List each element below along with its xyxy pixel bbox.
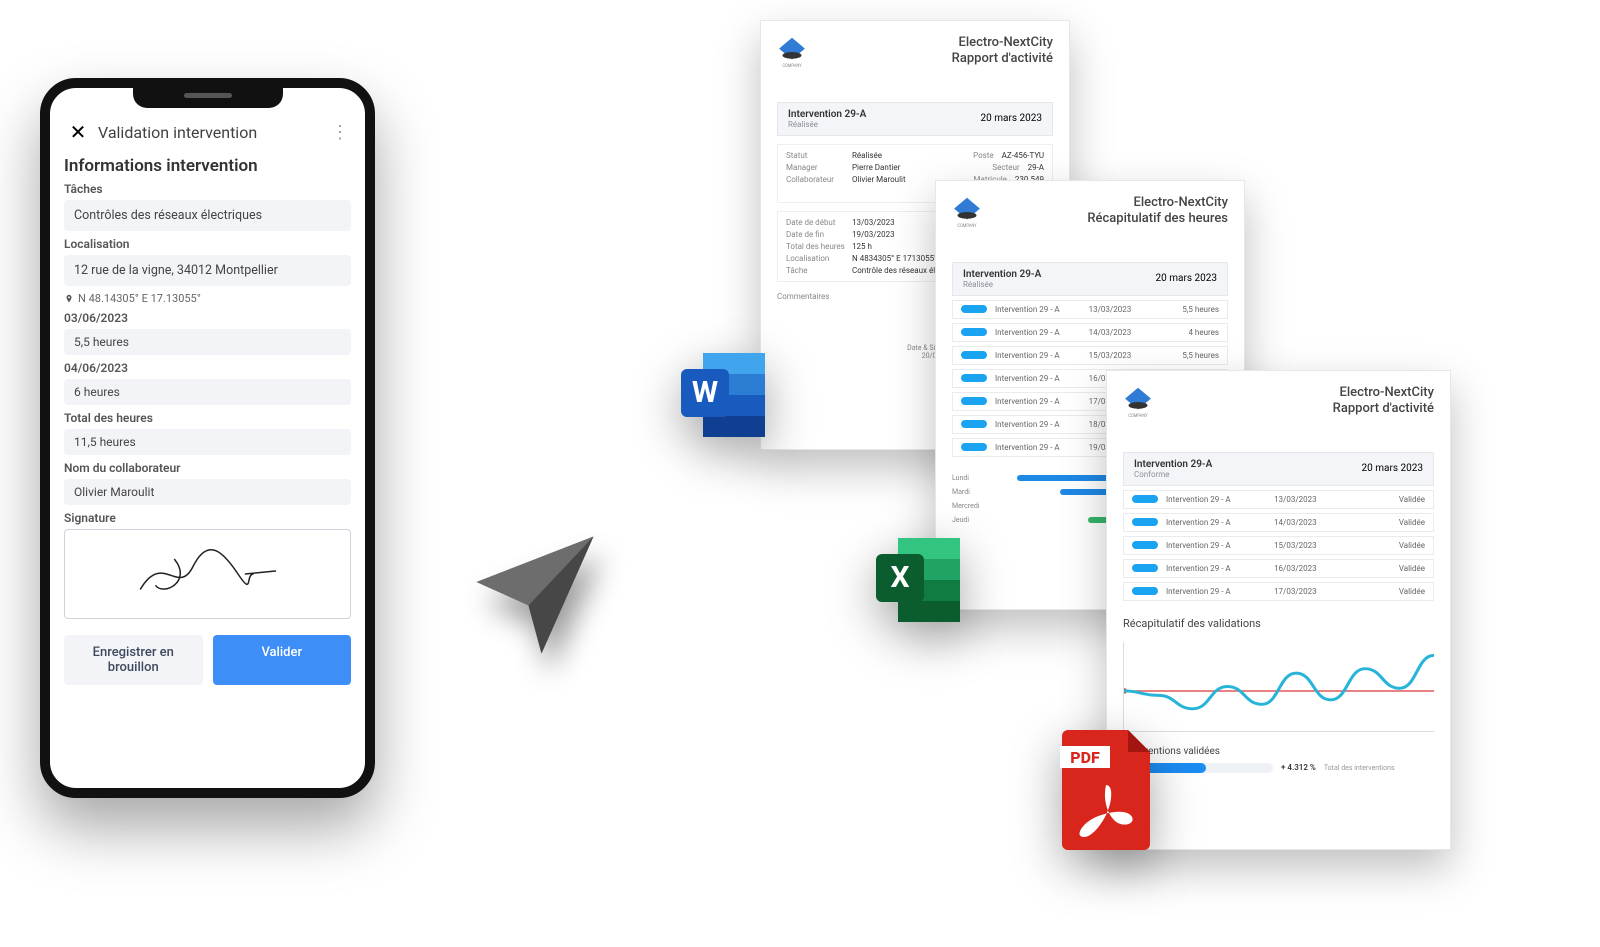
excel-file-icon: X bbox=[870, 530, 970, 630]
company-logo-icon: COMPANY bbox=[775, 35, 809, 69]
validation-row: Intervention 29 - A17/03/2023Validée bbox=[1123, 582, 1434, 601]
doc3-chart-title: Récapitulatif des validations bbox=[1123, 617, 1434, 630]
kv-pair: Poste AZ-456-TYU bbox=[942, 151, 1044, 160]
doc3-company: Electro-NextCity bbox=[1339, 385, 1434, 400]
phone-screen: ✕ Validation intervention ⋮ Informations… bbox=[50, 88, 365, 788]
company-logo-icon: COMPANY bbox=[1121, 385, 1155, 419]
doc2-title: Récapitulatif des heures bbox=[1087, 211, 1228, 226]
label-taches: Tâches bbox=[64, 182, 351, 196]
field-hours1[interactable]: 5,5 heures bbox=[64, 329, 351, 355]
section-heading: Informations intervention bbox=[64, 156, 351, 176]
screen-title: Validation intervention bbox=[98, 123, 323, 142]
phone-mockup: ✕ Validation intervention ⋮ Informations… bbox=[40, 78, 375, 798]
field-adresse[interactable]: 12 rue de la vigne, 34012 Montpellier bbox=[64, 255, 351, 286]
validation-row: Intervention 29 - A14/03/2023Validée bbox=[1123, 513, 1434, 532]
doc3-status: Conforme bbox=[1134, 470, 1212, 479]
signature-glyph bbox=[133, 539, 283, 609]
doc3-rows: Intervention 29 - A13/03/2023Validée Inte… bbox=[1123, 490, 1434, 601]
send-icon bbox=[470, 530, 600, 660]
label-date2: 04/06/2023 bbox=[64, 361, 351, 375]
svg-text:COMPANY: COMPANY bbox=[957, 223, 977, 228]
hours-row: Intervention 29 - A13/03/20235,5 heures bbox=[952, 300, 1228, 319]
label-signature: Signature bbox=[64, 511, 351, 525]
kv-pair: CollaborateurOlivier Maroulit bbox=[786, 175, 906, 184]
doc3-date: 20 mars 2023 bbox=[1362, 463, 1423, 474]
doc1-intervention: Intervention 29-A bbox=[788, 109, 866, 120]
field-total: 11,5 heures bbox=[64, 429, 351, 455]
doc1-date: 20 mars 2023 bbox=[981, 113, 1042, 124]
hours-row: Intervention 29 - A15/03/20235,5 heures bbox=[952, 346, 1228, 365]
coords-value: N 48.14305° E 17.13055° bbox=[78, 292, 201, 305]
doc2-date: 20 mars 2023 bbox=[1156, 273, 1217, 284]
validation-row: Intervention 29 - A15/03/2023Validée bbox=[1123, 536, 1434, 555]
signature-pad[interactable] bbox=[64, 529, 351, 619]
validate-button[interactable]: Valider bbox=[213, 635, 352, 685]
svg-text:W: W bbox=[692, 375, 718, 410]
doc2-company: Electro-NextCity bbox=[1133, 195, 1228, 210]
doc1-status: Réalisée bbox=[788, 120, 866, 129]
kv-pair: ManagerPierre Dantier bbox=[786, 163, 906, 172]
label-collab: Nom du collaborateur bbox=[64, 461, 351, 475]
hours-row: Intervention 29 - A14/03/20234 heures bbox=[952, 323, 1228, 342]
label-total: Total des heures bbox=[64, 411, 351, 425]
doc3-progress: + 4.312 % Total des interventions bbox=[1123, 763, 1434, 773]
svg-text:X: X bbox=[890, 560, 909, 595]
svg-text:PDF: PDF bbox=[1070, 748, 1100, 767]
word-file-icon: W bbox=[675, 345, 775, 445]
svg-text:COMPANY: COMPANY bbox=[1128, 413, 1148, 418]
more-icon[interactable]: ⋮ bbox=[331, 122, 349, 143]
validation-row: Intervention 29 - A16/03/2023Validée bbox=[1123, 559, 1434, 578]
doc1-title: Rapport d'activité bbox=[952, 51, 1053, 66]
doc3-progress-cap: Total des interventions bbox=[1324, 764, 1395, 772]
field-hours2[interactable]: 6 heures bbox=[64, 379, 351, 405]
coords-row: N 48.14305° E 17.13055° bbox=[64, 292, 351, 305]
svg-text:COMPANY: COMPANY bbox=[782, 63, 802, 68]
kv-pair: StatutRéalisée bbox=[786, 151, 906, 160]
label-localisation: Localisation bbox=[64, 237, 351, 251]
company-logo-icon: COMPANY bbox=[950, 195, 984, 229]
pdf-file-icon: PDF bbox=[1060, 730, 1155, 850]
kv-pair: Secteur 29-A bbox=[942, 163, 1044, 172]
doc3-intervention: Intervention 29-A bbox=[1134, 459, 1212, 470]
field-collab[interactable]: Olivier Maroulit bbox=[64, 479, 351, 505]
close-icon[interactable]: ✕ bbox=[66, 120, 90, 144]
doc3-title: Rapport d'activité bbox=[1333, 401, 1434, 416]
doc2-intervention: Intervention 29-A bbox=[963, 269, 1041, 280]
doc3-chart bbox=[1123, 642, 1434, 732]
doc2-status: Réalisée bbox=[963, 280, 1041, 289]
doc3-progress-pct: + 4.312 % bbox=[1281, 763, 1316, 772]
save-draft-button[interactable]: Enregistrer en brouillon bbox=[64, 635, 203, 685]
report-doc-3: COMPANY Electro-NextCityRapport d'activi… bbox=[1106, 370, 1451, 850]
doc1-company: Electro-NextCity bbox=[958, 35, 1053, 50]
field-taches[interactable]: Contrôles des réseaux électriques bbox=[64, 200, 351, 231]
pin-icon bbox=[64, 294, 74, 304]
validation-row: Intervention 29 - A13/03/2023Validée bbox=[1123, 490, 1434, 509]
label-date1: 03/06/2023 bbox=[64, 311, 351, 325]
doc3-progress-label: Interventions validées bbox=[1123, 746, 1434, 757]
